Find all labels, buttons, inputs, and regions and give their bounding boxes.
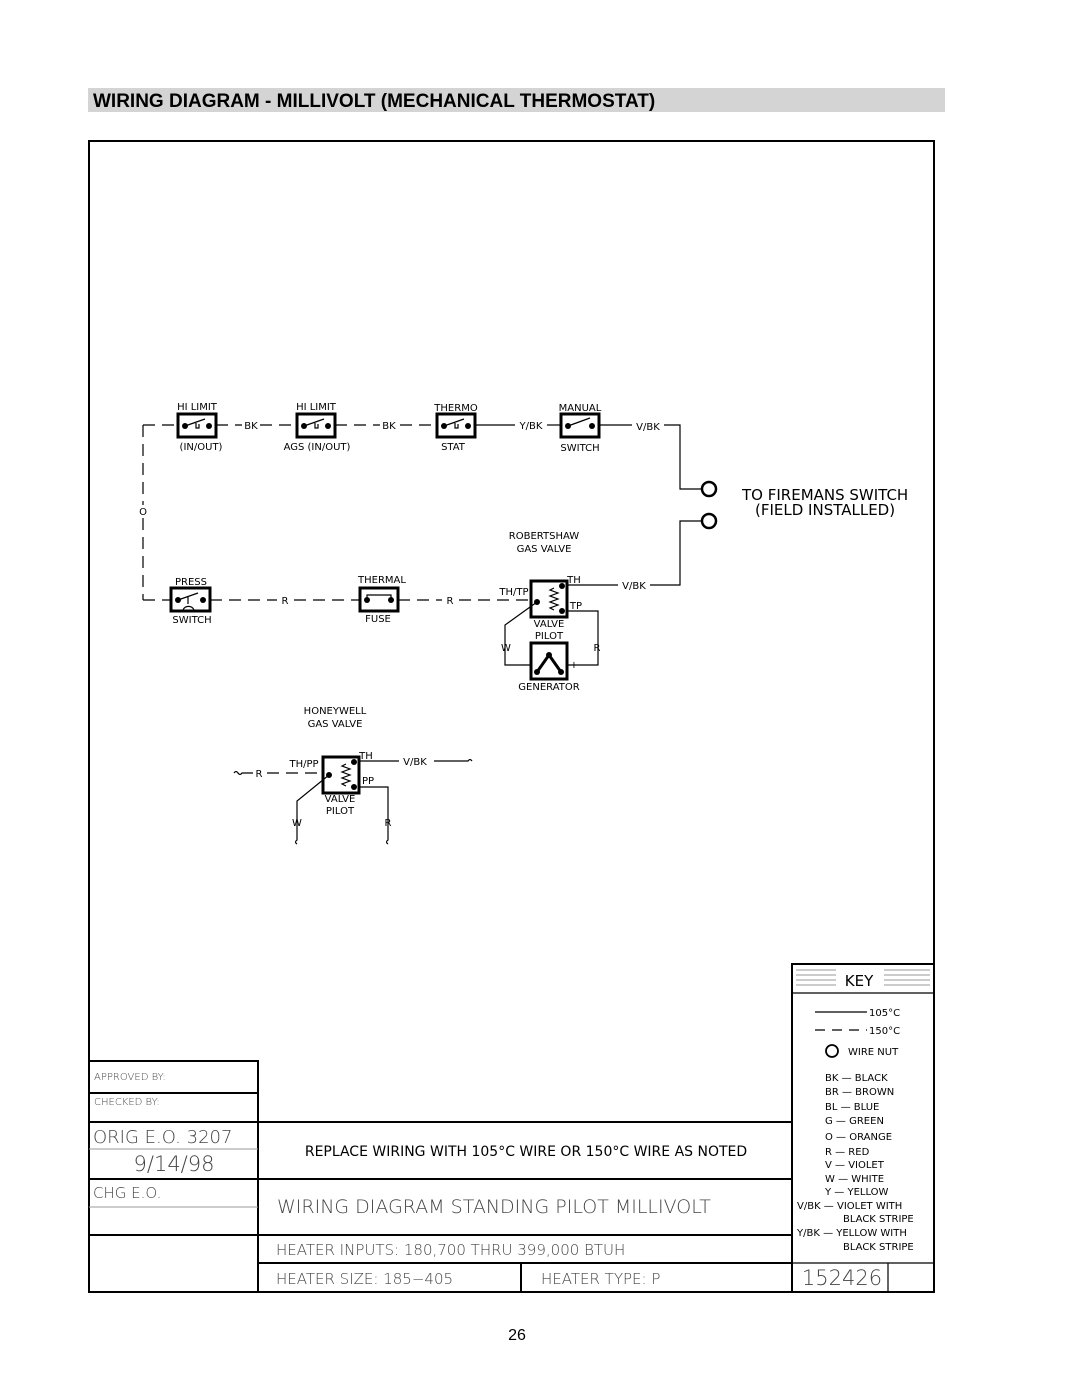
hi-limit-1-sublabel: (IN/OUT) [180,442,223,453]
key-color-item: BR — BROWN [825,1087,894,1098]
thermostat-sublabel: STAT [441,442,466,453]
press-switch-label: PRESS [175,577,207,588]
pilot-label: PILOT [535,631,564,642]
key-color-item: BK — BLACK [825,1073,888,1084]
terminal-label: TH/PP [288,759,318,770]
key-color-item: BLACK STRIPE [843,1214,914,1225]
key-solid-label: 105°C [869,1008,900,1019]
wire-nut-icon [825,1044,839,1058]
wire-nut-icon [700,512,718,530]
plus-label: + [570,660,578,671]
key-color-item: Y/BK — YELLOW WITH [796,1228,907,1239]
key-color-item: R — RED [825,1147,870,1158]
chg-eo-label: CHG E.O. [93,1184,161,1202]
drawing-number: 152426 [802,1266,882,1290]
terminal-label: TH [566,575,581,586]
orig-date: 9/14/98 [134,1152,215,1176]
page-title: WIRING DIAGRAM - MILLIVOLT (MECHANICAL T… [93,91,655,112]
thermal-fuse-sublabel: FUSE [365,614,391,625]
valve-label: VALVE [534,619,565,630]
pilot-label: PILOT [326,806,355,817]
key-color-item: O — ORANGE [825,1132,892,1143]
hi-limit-1-label: HI LIMIT [177,402,218,413]
heater-inputs: HEATER INPUTS: 180,700 THRU 399,000 BTUH [276,1241,625,1259]
thermostat-label: THERMO [433,403,478,414]
drawing-title: WIRING DIAGRAM STANDING PILOT MILLIVOLT [277,1196,711,1218]
wiring-diagram-page: WIRING DIAGRAM - MILLIVOLT (MECHANICAL T… [88,88,945,1344]
wire-label: V/BK [622,581,646,592]
orig-eo: ORIG E.O. 3207 [93,1127,232,1148]
wire-label: O [139,507,147,518]
key-color-item: Y — YELLOW [824,1187,889,1198]
approved-by-label: APPROVED BY: [94,1072,166,1083]
wire-label: BK [382,421,396,432]
key-color-item: BLACK STRIPE [843,1242,914,1253]
field-installed-label: (FIELD INSTALLED) [755,501,895,519]
checked-by-label: CHECKED BY: [94,1097,160,1108]
wire-label: R [594,643,601,654]
key-color-item: V/BK — VIOLET WITH [797,1201,902,1212]
key-color-item: W — WHITE [825,1174,884,1185]
robertshaw-subtitle: GAS VALVE [517,544,572,555]
wire-label: R [385,818,392,829]
robertshaw-title: ROBERTSHAW [509,531,579,542]
manual-switch-label: MANUAL [559,403,602,414]
wiring-note: REPLACE WIRING WITH 105°C WIRE OR 150°C … [305,1144,747,1160]
wire-label: R [256,769,263,780]
page-number: 26 [508,1327,526,1344]
wire-label: R [282,596,289,607]
thermal-fuse-label: THERMAL [357,575,406,586]
manual-switch-sublabel: SWITCH [560,443,599,454]
bottom-circuit: PRESS SWITCH R THERMAL FUSE R ROBERTSHAW… [143,531,646,693]
terminal-label: TP [569,601,582,612]
top-circuit: HI LIMIT (IN/OUT) BK HI LIMIT AGS (IN/OU… [139,402,908,600]
key-color-item: G — GREEN [825,1116,884,1127]
key-color-item: BL — BLUE [825,1102,879,1113]
key-wire-nut-label: WIRE NUT [848,1047,899,1058]
wire-nut-icon [700,480,718,498]
honeywell-title: HONEYWELL [304,706,367,717]
wire-label: V/BK [403,757,427,768]
terminal-label: PP [362,776,374,787]
wire-label: BK [244,421,258,432]
wire-label: W [292,818,302,829]
key-title: KEY [845,972,874,990]
key-legend: KEY 105°C 150°C WIRE NUT BK — BLACK BR —… [791,963,935,1293]
key-dashed-label: 150°C [869,1026,900,1037]
press-switch-sublabel: SWITCH [172,615,211,626]
drawing-frame [88,140,935,1293]
wire-label: W [501,643,511,654]
honeywell-subtitle: GAS VALVE [308,719,363,730]
heater-type: HEATER TYPE: P [541,1270,660,1288]
terminal-label: TH [358,751,373,762]
wire-label: Y/BK [519,421,543,432]
valve-label: VALVE [325,794,356,805]
wire-label: R [447,596,454,607]
title-block: APPROVED BY: CHECKED BY: ORIG E.O. 3207 … [89,1060,792,1292]
wire-label: V/BK [636,422,660,433]
heater-size: HEATER SIZE: 185−405 [276,1270,453,1288]
generator-label: GENERATOR [518,682,579,693]
terminal-label: TH/TP [498,587,528,598]
minus-label: − [520,660,528,671]
hi-limit-2-sublabel: AGS (IN/OUT) [284,442,351,453]
hi-limit-2-label: HI LIMIT [296,402,337,413]
key-color-item: V — VIOLET [825,1160,885,1171]
honeywell-alternate: HONEYWELL GAS VALVE R TH/PP TH PP V/BK V… [233,706,473,845]
